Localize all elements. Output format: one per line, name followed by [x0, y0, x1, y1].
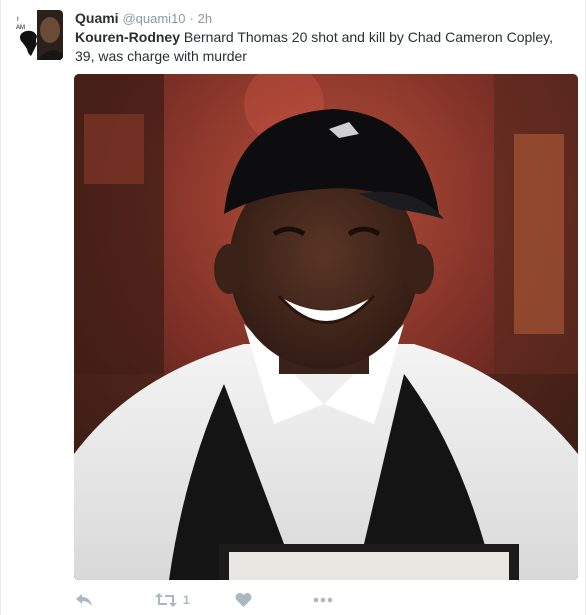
avatar-caption-line2: AM	[16, 25, 25, 31]
mention-link[interactable]: Kouren-Rodney	[75, 29, 180, 45]
header-separator: ·	[189, 11, 194, 26]
retweet-button[interactable]: 1	[155, 592, 235, 608]
tweet-actions: 1	[75, 590, 333, 610]
author-fullname[interactable]: Quami	[75, 10, 119, 26]
tweet-card[interactable]: I AM Quami @quami10 · 2h Kouren-Rodney B…	[0, 0, 586, 615]
author-username[interactable]: @quami10	[122, 11, 185, 26]
more-options-button[interactable]	[313, 597, 333, 603]
tweet-photo[interactable]	[74, 74, 578, 580]
retweet-count: 1	[183, 593, 190, 607]
heart-icon	[235, 592, 252, 608]
tweet-timestamp[interactable]: 2h	[198, 11, 212, 26]
tweet-header: Quami @quami10 · 2h	[75, 9, 212, 28]
reply-icon	[75, 592, 93, 608]
reply-button[interactable]	[75, 592, 155, 608]
more-icon	[313, 597, 333, 603]
like-button[interactable]	[235, 592, 313, 608]
tweet-text: Kouren-Rodney Bernard Thomas 20 shot and…	[75, 28, 571, 66]
avatar[interactable]: I AM	[13, 10, 63, 60]
retweet-icon	[155, 592, 177, 608]
